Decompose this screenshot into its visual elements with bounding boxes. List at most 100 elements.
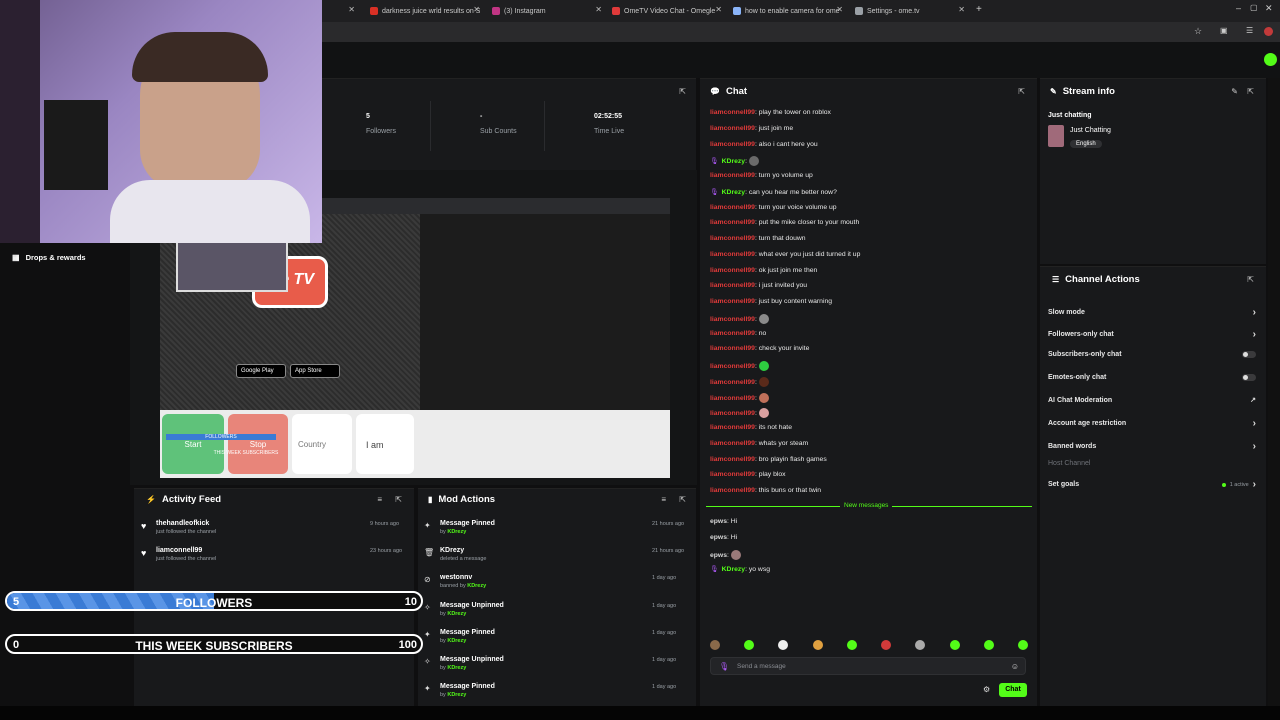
channel-action-control[interactable]: ›: [1253, 441, 1256, 452]
chat-username[interactable]: liamconnell99: [710, 316, 755, 323]
chevron-right-icon[interactable]: ›: [1253, 307, 1256, 318]
chevron-right-icon[interactable]: ›: [1253, 418, 1256, 429]
emoji-picker-icon[interactable]: ☺: [1011, 662, 1019, 671]
chat-username[interactable]: liamconnell99: [710, 487, 755, 494]
chat-username[interactable]: liamconnell99: [710, 440, 755, 447]
chat-username[interactable]: liamconnell99: [710, 109, 755, 116]
chat-username[interactable]: liamconnell99: [710, 125, 755, 132]
chat-username[interactable]: liamconnell99: [710, 204, 755, 211]
emote-icon[interactable]: [949, 640, 960, 650]
channel-action-row[interactable]: AI Chat Moderation ↗: [1048, 396, 1256, 405]
new-tab-icon[interactable]: +: [976, 4, 982, 15]
chat-input[interactable]: 🎙 Send a message ☺: [710, 657, 1026, 675]
channel-action-control[interactable]: 1 active ›: [1221, 479, 1256, 490]
activity-user[interactable]: thehandleofkick: [156, 520, 216, 527]
browser-tab[interactable]: (3) Instagram ✕: [492, 3, 602, 19]
emote-icon[interactable]: [915, 640, 926, 650]
chat-username[interactable]: KDrezy: [722, 566, 745, 573]
chat-username[interactable]: liamconnell99: [710, 267, 755, 274]
chat-settings-icon[interactable]: ⚙: [983, 685, 990, 694]
chat-username[interactable]: liamconnell99: [710, 282, 755, 289]
browser-tab[interactable]: Settings - ome.tv ✕: [855, 3, 965, 19]
chat-username[interactable]: KDrezy: [722, 189, 745, 196]
edit-icon[interactable]: ✎: [1231, 87, 1238, 96]
star-icon[interactable]: ☆: [1194, 26, 1202, 37]
tab-close-icon[interactable]: ✕: [836, 5, 843, 14]
chat-username[interactable]: liamconnell99: [710, 141, 755, 148]
filter-icon[interactable]: ≡: [377, 495, 382, 504]
channel-action-control[interactable]: [1242, 351, 1256, 358]
chat-username[interactable]: liamconnell99: [710, 298, 755, 305]
mod-action-by[interactable]: KDrezy: [467, 583, 486, 589]
extensions-icon[interactable]: ▣: [1220, 26, 1228, 35]
tab-close-icon[interactable]: ✕: [715, 5, 722, 14]
channel-action-control[interactable]: ›: [1253, 418, 1256, 429]
browser-tab[interactable]: darkness juice wrld results on S ✕: [370, 3, 480, 19]
chevron-right-icon[interactable]: ›: [1253, 479, 1256, 490]
minimize-icon[interactable]: –: [1236, 3, 1241, 13]
channel-action-control[interactable]: ›: [1253, 307, 1256, 318]
mod-action-by[interactable]: KDrezy: [447, 692, 466, 698]
tab-close-icon[interactable]: ✕: [958, 5, 965, 14]
emote-icon[interactable]: [812, 640, 823, 650]
chat-send-button[interactable]: Chat: [999, 683, 1027, 697]
tab-close-icon[interactable]: ✕: [595, 5, 602, 14]
chat-username[interactable]: KDrezy: [722, 158, 745, 165]
toggle-switch[interactable]: [1242, 351, 1256, 358]
channel-action-row[interactable]: Account age restriction ›: [1048, 418, 1256, 429]
chat-username[interactable]: liamconnell99: [710, 330, 755, 337]
mod-filter-icon[interactable]: ≡: [661, 495, 666, 504]
mod-action-by[interactable]: KDrezy: [447, 611, 466, 617]
mod-action-by[interactable]: deleted a message: [440, 556, 486, 562]
menu-icon[interactable]: ☰: [1246, 26, 1253, 35]
mod-action-by[interactable]: KDrezy: [447, 638, 466, 644]
emote-icon[interactable]: [778, 640, 789, 650]
chat-username[interactable]: liamconnell99: [710, 471, 755, 478]
chat-username[interactable]: epws: [710, 518, 727, 525]
chat-username[interactable]: liamconnell99: [710, 456, 755, 463]
channel-actions-popout-icon[interactable]: ⇱: [1247, 275, 1254, 284]
tab-close-icon[interactable]: ✕: [473, 5, 480, 14]
emote-icon[interactable]: [1017, 640, 1028, 650]
channel-action-row[interactable]: Host Channel: [1048, 460, 1256, 467]
channel-action-row[interactable]: Emotes-only chat: [1048, 374, 1256, 381]
chat-username[interactable]: liamconnell99: [710, 345, 755, 352]
channel-action-row[interactable]: Slow mode ›: [1048, 307, 1256, 318]
chat-username[interactable]: liamconnell99: [710, 410, 755, 417]
channel-action-control[interactable]: ↗: [1250, 396, 1256, 404]
emote-icon[interactable]: [983, 640, 994, 650]
chat-username[interactable]: epws: [710, 551, 727, 558]
emote-icon[interactable]: [846, 640, 857, 650]
channel-action-control[interactable]: ›: [1253, 329, 1256, 340]
emote-icon[interactable]: [744, 640, 755, 650]
chat-username[interactable]: liamconnell99: [710, 172, 755, 179]
channel-action-row[interactable]: Followers-only chat ›: [1048, 329, 1256, 340]
profile-avatar[interactable]: [1264, 27, 1273, 36]
browser-tab[interactable]: how to enable camera for ome ✕: [733, 3, 843, 19]
tab-close-icon[interactable]: ✕: [348, 5, 355, 14]
chat-popout-icon[interactable]: ⇱: [1018, 87, 1025, 96]
popout-icon[interactable]: ⇱: [679, 87, 686, 96]
window-close-icon[interactable]: ✕: [1265, 3, 1273, 14]
activity-user[interactable]: liamconnell99: [156, 547, 216, 554]
toggle-switch[interactable]: [1242, 374, 1256, 381]
maximize-icon[interactable]: ▢: [1250, 3, 1258, 12]
chat-username[interactable]: liamconnell99: [710, 379, 755, 386]
chat-username[interactable]: liamconnell99: [710, 219, 755, 226]
chevron-right-icon[interactable]: ›: [1253, 329, 1256, 340]
channel-action-row[interactable]: Banned words ›: [1048, 441, 1256, 452]
mod-popout-icon[interactable]: ⇱: [679, 495, 686, 504]
chat-username[interactable]: epws: [710, 534, 727, 541]
chevron-right-icon[interactable]: ›: [1253, 441, 1256, 452]
chat-username[interactable]: liamconnell99: [710, 363, 755, 370]
chat-username[interactable]: liamconnell99: [710, 424, 755, 431]
chat-username[interactable]: liamconnell99: [710, 394, 755, 401]
channel-action-row[interactable]: Subscribers-only chat: [1048, 351, 1256, 358]
chat-username[interactable]: liamconnell99: [710, 235, 755, 242]
emote-icon[interactable]: [710, 640, 720, 650]
channel-action-row[interactable]: Set goals 1 active ›: [1048, 479, 1256, 490]
external-link-icon[interactable]: ↗: [1250, 396, 1256, 404]
emote-icon[interactable]: [881, 640, 892, 650]
stream-info-popout-icon[interactable]: ⇱: [1247, 87, 1254, 96]
kick-avatar[interactable]: [1264, 53, 1277, 66]
